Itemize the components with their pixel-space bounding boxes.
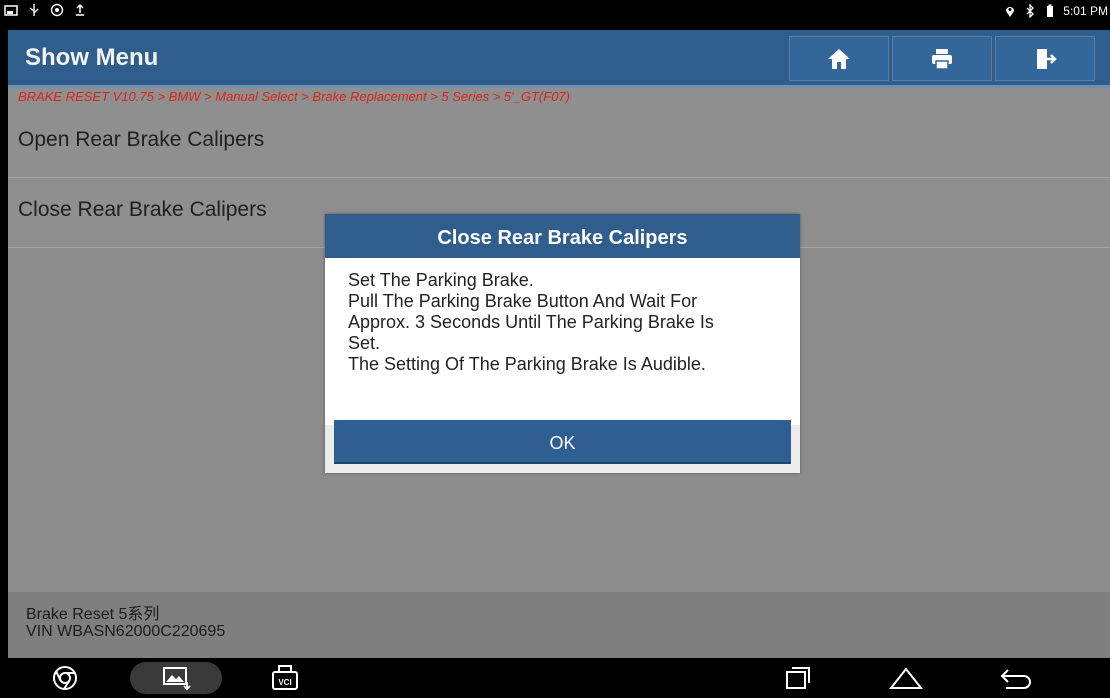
back-icon <box>1000 669 1031 689</box>
home-nav-icon <box>888 667 924 689</box>
vehicle-vin: VIN WBASN62000C220695 <box>26 623 226 640</box>
dialog-line: Approx. 3 Seconds Until The Parking Brak… <box>348 312 714 332</box>
browser-icon <box>53 666 77 690</box>
home-nav-button[interactable] <box>886 662 926 694</box>
print-button[interactable] <box>892 36 992 81</box>
page-title: Show Menu <box>25 44 159 71</box>
dialog-title: Close Rear Brake Calipers <box>325 214 800 258</box>
bluetooth-icon <box>1026 4 1035 18</box>
print-icon <box>932 48 952 70</box>
vehicle-info: Brake Reset 5系列 VIN WBASN62000C220695 <box>8 592 1110 658</box>
breadcrumb: BRAKE RESET V10.75 > BMW > Manual Select… <box>8 88 1110 108</box>
recent-apps-button[interactable] <box>778 662 818 694</box>
navigation-bar: VCI <box>0 658 1110 698</box>
dialog-line: Pull The Parking Brake Button And Wait F… <box>348 291 698 311</box>
battery-icon <box>1047 4 1054 17</box>
vci-icon: VCI <box>272 665 298 690</box>
upload-icon <box>76 3 84 16</box>
vehicle-model: Brake Reset 5系列 <box>26 606 160 623</box>
status-time: 5:01 PM <box>1063 4 1108 18</box>
settings-gear-icon <box>50 3 64 17</box>
vci-button[interactable]: VCI <box>265 662 305 694</box>
vci-label: VCI <box>278 678 291 687</box>
home-button[interactable] <box>789 36 889 81</box>
browser-button[interactable] <box>45 662 85 694</box>
exit-icon <box>1037 48 1057 69</box>
gallery-icon <box>163 667 191 691</box>
ok-button[interactable]: OK <box>334 420 791 464</box>
exit-button[interactable] <box>995 36 1095 81</box>
status-left <box>4 3 87 17</box>
status-bar: 5:01 PM <box>0 0 1110 22</box>
location-icon <box>1006 7 1015 17</box>
dialog-line: The Setting Of The Parking Brake Is Audi… <box>348 354 706 374</box>
back-button[interactable] <box>996 662 1036 694</box>
usb-icon <box>29 4 39 16</box>
menu-item-open-rear-brake-calipers[interactable]: Open Rear Brake Calipers <box>8 108 1110 178</box>
dialog-line: Set The Parking Brake. <box>348 270 534 290</box>
app-header: Show Menu <box>8 30 1110 88</box>
status-right: 5:01 PM <box>1003 4 1108 18</box>
home-icon <box>828 48 850 69</box>
recent-apps-icon <box>786 667 810 689</box>
dialog-line: Set. <box>348 333 381 353</box>
dialog: Close Rear Brake Calipers Set The Parkin… <box>325 214 800 473</box>
gallery-button[interactable] <box>130 662 222 694</box>
screenshot-icon <box>4 5 18 16</box>
dialog-message: Set The Parking Brake. Pull The Parking … <box>325 258 800 425</box>
